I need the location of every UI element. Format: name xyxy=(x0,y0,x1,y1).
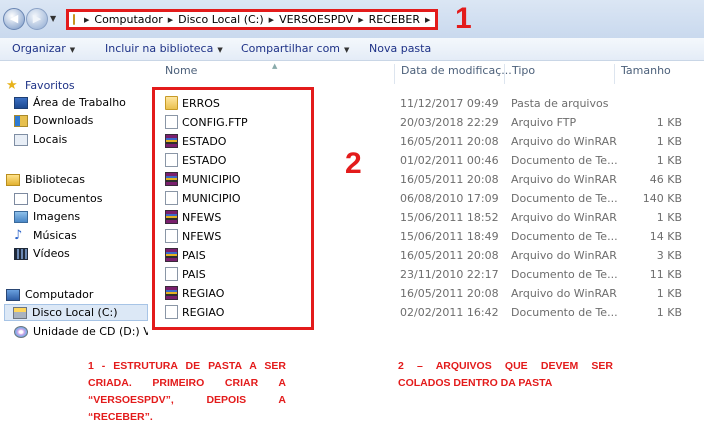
file-date: 16/05/2011 20:08 xyxy=(400,173,499,186)
file-date: 01/02/2011 00:46 xyxy=(400,154,499,167)
column-header-type[interactable]: Tipo xyxy=(512,64,535,84)
dropdown-arrow-icon: ▼ xyxy=(69,46,76,54)
breadcrumb-label: Disco Local (C:) xyxy=(178,13,264,26)
file-size: 1 KB xyxy=(656,154,682,167)
file-row[interactable]: NFEWS 15/06/2011 18:49 Documento de Te... 1… xyxy=(0,227,704,246)
file-type: Documento de Te... xyxy=(511,192,618,205)
file-type: Documento de Te... xyxy=(511,154,618,167)
annotation-number-2: 2 xyxy=(345,147,362,180)
forward-arrow-icon: ▶ xyxy=(32,12,42,25)
recent-pages-dropdown-icon[interactable]: ▼ xyxy=(50,14,56,23)
column-label: Tamanho xyxy=(621,64,671,77)
file-row[interactable]: NFEWS 15/06/2011 18:52 Arquivo do WinRAR 1 … xyxy=(0,208,704,227)
column-divider[interactable] xyxy=(614,64,615,84)
file-type: Arquivo do WinRAR xyxy=(511,211,617,224)
file-size: 11 KB xyxy=(649,268,682,281)
chevron-right-icon: ▶ xyxy=(167,15,174,24)
breadcrumb-label: VERSOESPDV xyxy=(279,13,354,26)
share-label: Compartilhar com xyxy=(241,42,341,55)
file-type: Arquivo do WinRAR xyxy=(511,249,617,262)
file-size: 1 KB xyxy=(656,116,682,129)
file-date: 15/06/2011 18:49 xyxy=(400,230,499,243)
file-type: Documento de Te... xyxy=(511,268,618,281)
sort-ascending-icon: ▲ xyxy=(272,62,278,70)
file-row[interactable]: REGIAO 16/05/2011 20:08 Arquivo do WinRAR 1… xyxy=(0,284,704,303)
dropdown-arrow-icon: ▼ xyxy=(217,46,223,54)
note-folder-structure: 1 - ESTRUTURA DE PASTA A SER CRIADA. PRI… xyxy=(88,360,286,423)
column-divider[interactable] xyxy=(394,64,395,84)
breadcrumb-label: RECEBER xyxy=(368,13,420,26)
file-date: 16/05/2011 20:08 xyxy=(400,249,499,262)
file-type: Arquivo do WinRAR xyxy=(511,287,617,300)
file-row[interactable]: REGIAO 02/02/2011 16:42 Documento de Te...… xyxy=(0,303,704,322)
breadcrumb-item[interactable]: ▶ Computador xyxy=(79,13,163,26)
file-size: 1 KB xyxy=(656,211,682,224)
breadcrumb-item[interactable]: ▶ VERSOESPDV xyxy=(264,13,354,26)
back-button[interactable]: ◀ xyxy=(3,8,25,30)
cd-drive-icon xyxy=(14,325,28,338)
breadcrumb-label: Computador xyxy=(94,13,163,26)
chevron-right-icon: ▶ xyxy=(358,15,364,24)
files-highlight-box xyxy=(152,87,314,330)
chevron-right-icon: ▶ xyxy=(84,15,90,24)
file-date: 11/12/2017 09:49 xyxy=(400,97,499,110)
chevron-right-icon[interactable]: ▶ xyxy=(425,16,430,24)
file-row[interactable]: MUNICIPIO 06/08/2010 17:09 Documento de Te… xyxy=(0,189,704,208)
star-icon: ★ xyxy=(6,77,18,93)
column-header-size[interactable]: Tamanho xyxy=(621,64,671,84)
file-size: 1 KB xyxy=(656,287,682,300)
address-breadcrumb[interactable]: ▶ Computador ▶ Disco Local (C:) ▶ VERSOESPD… xyxy=(66,9,438,30)
column-label: Nome xyxy=(165,64,198,77)
nav-favorites[interactable]: ★ Favoritos xyxy=(6,77,75,94)
file-date: 15/06/2011 18:52 xyxy=(400,211,499,224)
folder-icon xyxy=(73,14,75,25)
file-size: 1 KB xyxy=(656,306,682,319)
file-size: 46 KB xyxy=(649,173,682,186)
file-type: Arquivo do WinRAR xyxy=(511,135,617,148)
forward-button[interactable]: ▶ xyxy=(26,8,48,30)
column-header-name[interactable]: Nome xyxy=(165,64,197,84)
file-type: Arquivo FTP xyxy=(511,116,577,129)
column-divider[interactable] xyxy=(504,64,505,84)
file-row[interactable]: PAIS 16/05/2011 20:08 Arquivo do WinRAR 3 K… xyxy=(0,246,704,265)
file-size: 1 KB xyxy=(656,135,682,148)
file-type: Pasta de arquivos xyxy=(511,97,609,110)
organize-label: Organizar xyxy=(12,42,66,55)
new-folder-button[interactable]: Nova pasta xyxy=(369,42,431,55)
file-date: 23/11/2010 22:17 xyxy=(400,268,499,281)
file-size: 14 KB xyxy=(649,230,682,243)
file-size: 3 KB xyxy=(656,249,682,262)
column-label: Tipo xyxy=(512,64,536,77)
file-row[interactable]: ERROS 11/12/2017 09:49 Pasta de arquivos xyxy=(0,94,704,113)
file-type: Arquivo do WinRAR xyxy=(511,173,617,186)
file-row[interactable]: PAIS 23/11/2010 22:17 Documento de Te... 11… xyxy=(0,265,704,284)
note-files-to-paste: 2 – ARQUIVOS QUE DEVEM SER COLADOS DENTR… xyxy=(398,360,613,389)
organize-menu[interactable]: Organizar ▼ xyxy=(12,42,75,55)
back-arrow-icon: ◀ xyxy=(9,12,19,25)
nav-cd-drive[interactable]: Unidade de CD (D:) V xyxy=(14,323,148,340)
include-in-library-menu[interactable]: Incluir na biblioteca ▼ xyxy=(105,42,223,55)
breadcrumb-item[interactable]: ▶ RECEBER ▶ xyxy=(353,13,435,26)
file-size: 140 KB xyxy=(642,192,682,205)
command-toolbar: Organizar ▼ Incluir na biblioteca ▼ Compar… xyxy=(0,38,704,61)
column-header-date[interactable]: Data de modificaç... xyxy=(401,64,512,84)
address-bar-area: ◀ ▶ ▼ ▶ Computador ▶ Disco Local (C:) ▶ VER… xyxy=(0,0,704,38)
file-date: 16/05/2011 20:08 xyxy=(400,287,499,300)
file-date: 20/03/2018 22:29 xyxy=(400,116,499,129)
share-with-menu[interactable]: Compartilhar com ▼ xyxy=(241,42,349,55)
file-date: 16/05/2011 20:08 xyxy=(400,135,499,148)
file-date: 06/08/2010 17:09 xyxy=(400,192,499,205)
column-label: Data de modificaç... xyxy=(401,64,512,77)
nav-label: Unidade de CD (D:) V xyxy=(33,325,148,338)
file-type: Documento de Te... xyxy=(511,306,618,319)
include-label: Incluir na biblioteca xyxy=(105,42,214,55)
file-type: Documento de Te... xyxy=(511,230,618,243)
chevron-right-icon: ▶ xyxy=(268,15,275,24)
file-date: 02/02/2011 16:42 xyxy=(400,306,499,319)
dropdown-arrow-icon: ▼ xyxy=(344,46,350,54)
breadcrumb-item[interactable]: ▶ Disco Local (C:) xyxy=(163,13,264,26)
nav-label: Favoritos xyxy=(25,79,75,92)
annotation-number-1: 1 xyxy=(455,2,472,35)
file-row[interactable]: CONFIG.FTP 20/03/2018 22:29 Arquivo FTP 1 K… xyxy=(0,113,704,132)
